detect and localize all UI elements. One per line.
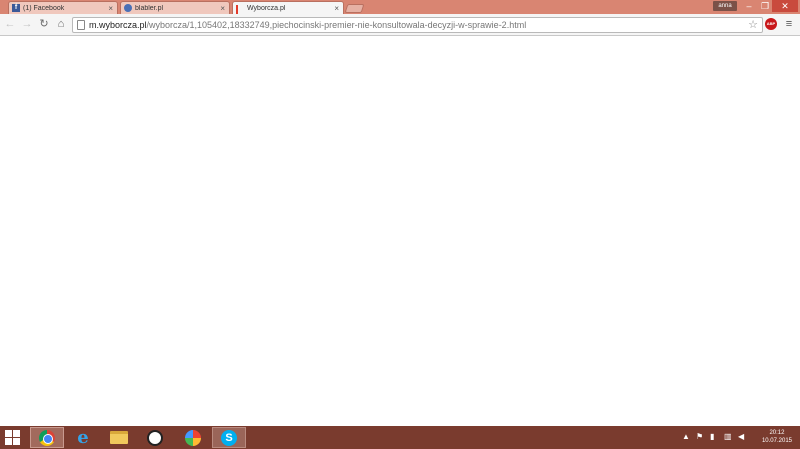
home-icon[interactable]: ⌂ bbox=[54, 17, 68, 31]
back-arrow-icon[interactable]: ← bbox=[3, 17, 17, 31]
tab-label: (1) Facebook bbox=[23, 4, 65, 12]
action-center-flag-icon[interactable]: ⚑ bbox=[696, 430, 703, 444]
tab-close-icon[interactable]: × bbox=[108, 4, 113, 13]
taskbar-skype[interactable]: S bbox=[212, 427, 246, 448]
tab-label: Wyborcza.pl bbox=[247, 5, 286, 12]
address-bar[interactable]: m.wyborcza.pl/wyborcza/1,105402,18332749… bbox=[72, 17, 763, 33]
skype-icon: S bbox=[221, 429, 237, 446]
reload-icon[interactable]: ↻ bbox=[37, 17, 51, 31]
url-path: /wyborcza/1,105402,18332749,piechocinski… bbox=[146, 20, 527, 30]
tab-wyborcza[interactable]: Wyborcza.pl × bbox=[232, 1, 344, 23]
network-icon[interactable]: ▥ bbox=[724, 430, 732, 444]
volume-icon[interactable]: ◀ bbox=[738, 430, 744, 444]
adblock-plus-icon[interactable]: ABP bbox=[765, 18, 777, 30]
taskbar-panda-antivirus[interactable] bbox=[138, 427, 172, 448]
battery-icon[interactable]: ▮ bbox=[710, 430, 714, 444]
windows-start-icon[interactable] bbox=[5, 430, 21, 445]
taskbar-picasa[interactable] bbox=[176, 427, 210, 448]
blabler-icon bbox=[124, 4, 132, 12]
page-content bbox=[0, 37, 800, 426]
tab-blabler[interactable]: blabler.pl × bbox=[120, 1, 230, 14]
title-bar: f (1) Facebook × blabler.pl × Wyborcza.p… bbox=[0, 0, 800, 23]
facebook-icon: f bbox=[12, 4, 20, 12]
forward-arrow-icon[interactable]: → bbox=[20, 17, 34, 31]
bookmark-star-icon[interactable]: ☆ bbox=[748, 18, 758, 32]
close-window-button[interactable]: ✕ bbox=[772, 0, 798, 12]
taskbar-file-explorer[interactable] bbox=[102, 427, 136, 448]
chrome-icon bbox=[39, 429, 55, 446]
url-host: m.wyborcza.pl bbox=[89, 20, 147, 30]
internet-explorer-icon: e bbox=[77, 426, 89, 448]
taskbar-chrome[interactable] bbox=[30, 427, 64, 448]
new-tab-button[interactable] bbox=[344, 4, 365, 13]
user-profile-badge[interactable]: anna bbox=[713, 1, 737, 11]
tab-label: blabler.pl bbox=[135, 4, 164, 12]
chrome-menu-icon[interactable]: ≡ bbox=[784, 18, 794, 30]
show-hidden-icons-icon[interactable]: ▲ bbox=[682, 430, 690, 444]
system-clock[interactable]: 20:12 10.07.2015 bbox=[762, 429, 792, 445]
clock-time: 20:12 bbox=[769, 430, 785, 436]
file-explorer-icon bbox=[110, 431, 128, 444]
taskbar-internet-explorer[interactable]: e bbox=[66, 427, 100, 448]
clock-date: 10.07.2015 bbox=[761, 438, 792, 444]
wyborcza-icon bbox=[236, 4, 244, 23]
tab-close-icon[interactable]: × bbox=[334, 4, 339, 13]
tab-facebook[interactable]: f (1) Facebook × bbox=[8, 1, 118, 14]
tab-close-icon[interactable]: × bbox=[220, 4, 225, 13]
panda-antivirus-icon bbox=[147, 429, 163, 446]
browser-toolbar: ← → ↻ ⌂ m.wyborcza.pl/wyborcza/1,105402,… bbox=[0, 14, 800, 36]
picasa-icon bbox=[185, 429, 201, 446]
page-icon bbox=[77, 20, 85, 30]
windows-taskbar: e S ▲ ⚑ ▮ ▥ ◀ 20:12 10.07.2015 bbox=[0, 426, 800, 449]
